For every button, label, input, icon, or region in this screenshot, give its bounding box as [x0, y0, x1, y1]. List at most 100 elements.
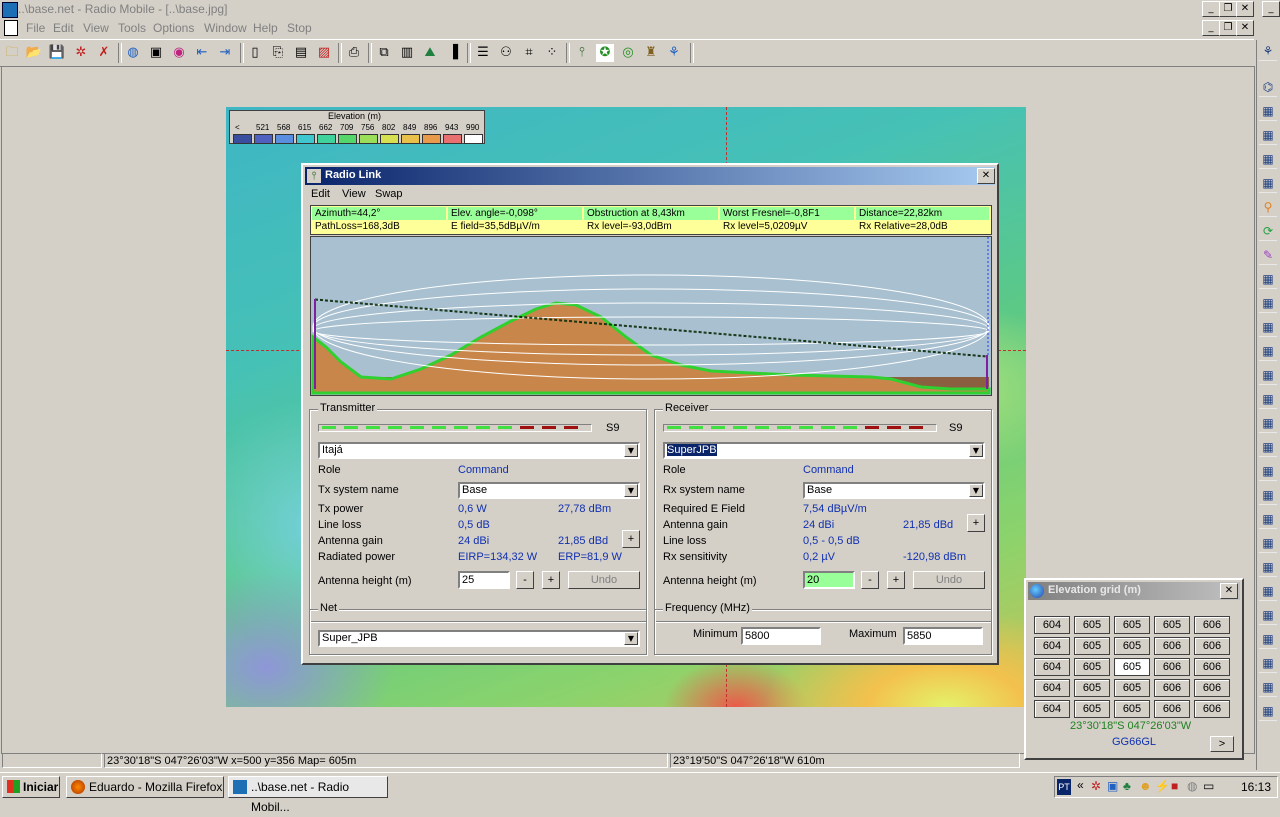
side-tool-22-icon[interactable]: ▦	[1259, 558, 1277, 577]
map-icon[interactable]: ▣	[147, 44, 165, 62]
side-tool-19-icon[interactable]: ▦	[1259, 486, 1277, 505]
side-tool-4-icon[interactable]: ▦	[1259, 126, 1277, 145]
child-minimize-icon[interactable]: _	[1202, 20, 1220, 36]
side-tool-3-icon[interactable]: ▦	[1259, 102, 1277, 121]
task-firefox[interactable]: Eduardo - Mozilla Firefox	[66, 776, 224, 798]
dialog-menu-edit[interactable]: Edit	[311, 188, 330, 200]
side-tool-11-icon[interactable]: ▦	[1259, 294, 1277, 313]
right-arrow-icon[interactable]: ⇥	[216, 44, 234, 62]
page-icon[interactable]: ▯	[246, 44, 264, 62]
chevron-down-icon[interactable]: ▼	[624, 632, 638, 645]
side-tool-23-icon[interactable]: ▦	[1259, 582, 1277, 601]
tray-icon-1[interactable]: ✲	[1091, 779, 1101, 793]
close-icon[interactable]: ✕	[1236, 1, 1254, 17]
elevation-cell[interactable]: 605	[1074, 658, 1110, 676]
elevation-cell[interactable]: 605	[1074, 679, 1110, 697]
elevation-cell[interactable]: 604	[1034, 616, 1070, 634]
side-tool-6-icon[interactable]: ▦	[1259, 174, 1277, 193]
picture-icon[interactable]: ▨	[315, 44, 333, 62]
elevation-cell[interactable]: 606	[1194, 658, 1230, 676]
path-profile[interactable]	[310, 236, 992, 396]
tower-icon[interactable]: ♜	[642, 44, 660, 62]
side-tool-8-icon[interactable]: ⟳	[1259, 222, 1277, 241]
left-arrow-icon[interactable]: ⇤	[193, 44, 211, 62]
tray-icon-5[interactable]: ⚡	[1155, 779, 1170, 793]
side-tool-16-icon[interactable]: ▦	[1259, 414, 1277, 433]
side-tool-28-icon[interactable]: ▦	[1259, 702, 1277, 721]
tx-height-input[interactable]: 25	[458, 571, 510, 589]
menu-stop[interactable]: Stop	[287, 21, 312, 35]
elevation-cell[interactable]: 606	[1154, 679, 1190, 697]
copy-icon[interactable]: ⧉	[375, 44, 393, 62]
tray-icon-3[interactable]: ♣	[1123, 779, 1131, 793]
tx-height-minus-button[interactable]: -	[516, 571, 534, 589]
rx-system-select[interactable]: Base ▼	[803, 482, 985, 499]
rx-height-input[interactable]: 20	[803, 571, 855, 589]
side-tool-1-icon[interactable]: ⚘	[1259, 42, 1277, 61]
dialog-menu-view[interactable]: View	[342, 188, 366, 200]
app-icon[interactable]	[2, 2, 18, 18]
menu-help[interactable]: Help	[253, 21, 278, 35]
crosshair-icon[interactable]: ⌗	[520, 44, 538, 62]
open-icon[interactable]: 📂	[25, 44, 43, 62]
side-tool-2-icon[interactable]: ⌬	[1259, 78, 1277, 97]
child-restore-icon[interactable]: ❐	[1219, 20, 1237, 36]
chevron-down-icon[interactable]: ▼	[624, 484, 638, 497]
side-tool-5-icon[interactable]: ▦	[1259, 150, 1277, 169]
elevation-cell[interactable]: 606	[1194, 700, 1230, 718]
elevation-cell[interactable]: 606	[1194, 679, 1230, 697]
nodes-icon[interactable]: ⁘	[543, 44, 561, 62]
outer-minimize-icon[interactable]: _	[1262, 1, 1280, 17]
child-close-icon[interactable]: ✕	[1236, 20, 1254, 36]
minimize-icon[interactable]: _	[1202, 1, 1220, 17]
document-icon[interactable]	[4, 20, 18, 36]
side-tool-13-icon[interactable]: ▦	[1259, 342, 1277, 361]
tray-icon-7[interactable]: ◍	[1187, 779, 1197, 793]
side-tool-18-icon[interactable]: ▦	[1259, 462, 1277, 481]
side-tool-17-icon[interactable]: ▦	[1259, 438, 1277, 457]
print-icon[interactable]: ⎙	[345, 44, 363, 62]
elevation-cell[interactable]: 605	[1074, 616, 1110, 634]
language-indicator[interactable]: PT	[1057, 779, 1071, 795]
elevation-cell[interactable]: 605	[1114, 679, 1150, 697]
elevation-cell[interactable]: 605	[1074, 637, 1110, 655]
menu-view[interactable]: View	[83, 21, 109, 35]
route-icon[interactable]: ⚘	[665, 44, 683, 62]
radio-link-icon[interactable]: ⫯	[573, 44, 591, 62]
save-icon[interactable]: 💾	[48, 44, 66, 62]
elevation-cell[interactable]: 606	[1154, 658, 1190, 676]
tray-expand-icon[interactable]: «	[1077, 778, 1084, 792]
units-icon[interactable]: ⚇	[497, 44, 515, 62]
net-select[interactable]: Super_JPB ▼	[318, 630, 640, 647]
tx-height-plus-button[interactable]: +	[542, 571, 560, 589]
menu-window[interactable]: Window	[204, 21, 247, 35]
color-bar-icon[interactable]: ▐	[444, 44, 462, 62]
side-tool-20-icon[interactable]: ▦	[1259, 510, 1277, 529]
tx-system-select[interactable]: Base ▼	[458, 482, 640, 499]
coverage-icon[interactable]: ◎	[619, 44, 637, 62]
side-tool-24-icon[interactable]: ▦	[1259, 606, 1277, 625]
side-tool-14-icon[interactable]: ▦	[1259, 366, 1277, 385]
side-tool-12-icon[interactable]: ▦	[1259, 318, 1277, 337]
side-tool-21-icon[interactable]: ▦	[1259, 534, 1277, 553]
side-tool-26-icon[interactable]: ▦	[1259, 654, 1277, 673]
freq-min-input[interactable]: 5800	[741, 627, 821, 645]
tx-undo-button[interactable]: Undo	[568, 571, 640, 589]
side-tool-15-icon[interactable]: ▦	[1259, 390, 1277, 409]
elevation-cell[interactable]: 605	[1154, 616, 1190, 634]
rx-height-plus-button[interactable]: +	[887, 571, 905, 589]
menu-tools[interactable]: Tools	[118, 21, 146, 35]
elevation-cell[interactable]: 605	[1074, 700, 1110, 718]
dialog-close-icon[interactable]: ✕	[977, 168, 995, 184]
elevation-cell[interactable]: 605	[1114, 658, 1150, 676]
task-radio-mobile[interactable]: ..\base.net - Radio Mobil...	[228, 776, 388, 814]
menu-edit[interactable]: Edit	[53, 21, 74, 35]
chevron-down-icon[interactable]: ▼	[969, 484, 983, 497]
restore-icon[interactable]: ❐	[1219, 1, 1237, 17]
tx-station-select[interactable]: Itajá ▼	[318, 442, 640, 459]
chevron-down-icon[interactable]: ▼	[969, 444, 983, 457]
new-icon[interactable]: 🗀	[3, 44, 21, 62]
dialog-menu-swap[interactable]: Swap	[375, 188, 403, 200]
tx-gain-plus-button[interactable]: +	[622, 530, 640, 548]
elevation-cell[interactable]: 605	[1114, 700, 1150, 718]
